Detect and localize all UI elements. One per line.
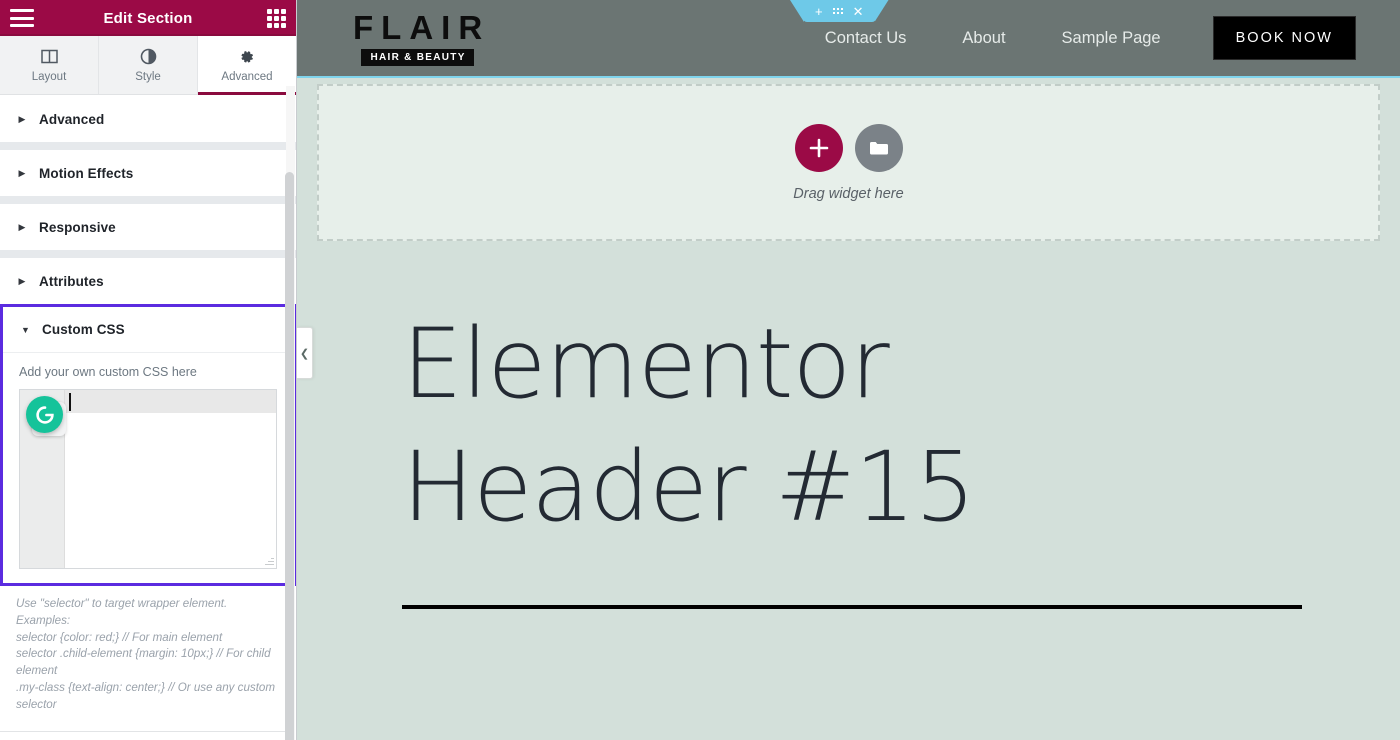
panel-scrollbar-thumb[interactable] (285, 172, 294, 740)
section-divider (0, 142, 296, 150)
tab-advanced[interactable]: Advanced (198, 36, 296, 95)
section-divider (0, 250, 296, 258)
book-now-button[interactable]: BOOK NOW (1212, 16, 1356, 60)
hero-divider (402, 604, 1302, 609)
page-title: Elementor Header #15 (402, 308, 976, 543)
custom-css-help: Use "selector" to target wrapper element… (0, 586, 296, 714)
editor-text-caret (69, 393, 71, 411)
plus-circle-icon[interactable] (794, 123, 843, 172)
grid-apps-icon[interactable] (267, 8, 286, 28)
half-circle-contrast-icon (140, 48, 157, 66)
widget-drop-zone[interactable]: Drag widget here (317, 84, 1380, 241)
logo-tagline: HAIR & BEAUTY (361, 48, 474, 66)
section-edit-toolbar: + ✕ (803, 0, 876, 22)
drag-handle-dots-icon[interactable] (832, 8, 843, 14)
help-line-3: selector .child-element {margin: 10px;} … (16, 647, 271, 678)
section-divider (0, 196, 296, 204)
editor-root: Edit Section Layout Style Advanced ▶ Adv… (0, 0, 1400, 740)
custom-css-body: Add your own custom CSS here (3, 353, 293, 583)
tab-style[interactable]: Style (99, 36, 198, 94)
site-logo[interactable]: FLAIR HAIR & BEAUTY (345, 11, 490, 66)
nav-item-sample-page[interactable]: Sample Page (1034, 29, 1189, 48)
panel-tabs: Layout Style Advanced (0, 36, 296, 95)
layout-columns-icon (40, 48, 58, 66)
hamburger-menu-icon[interactable] (10, 9, 34, 27)
tab-layout-label: Layout (31, 70, 67, 83)
chevron-left-icon: ❮ (299, 347, 310, 360)
panel-collapse-handle[interactable]: ❮ (297, 327, 313, 379)
nav-item-about[interactable]: About (934, 29, 1033, 48)
section-attributes-label: Attributes (39, 273, 104, 289)
drop-zone-buttons (794, 123, 903, 172)
gear-icon (239, 48, 255, 66)
chevron-right-icon: ▶ (18, 275, 26, 286)
page-preview: FLAIR HAIR & BEAUTY Contact Us About Sam… (297, 0, 1400, 740)
grammarly-g-icon[interactable] (26, 396, 66, 436)
chevron-right-icon: ▶ (18, 113, 26, 124)
editor-active-line (65, 390, 276, 413)
drop-zone-label: Drag widget here (793, 185, 904, 202)
section-motion-effects[interactable]: ▶ Motion Effects (0, 150, 296, 196)
site-header: FLAIR HAIR & BEAUTY Contact Us About Sam… (297, 0, 1400, 78)
plus-icon[interactable]: + (815, 5, 823, 18)
panel-header: Edit Section (0, 0, 296, 36)
chevron-right-icon: ▶ (18, 221, 26, 232)
panel-scrollbar-track[interactable] (285, 86, 295, 740)
section-responsive-label: Responsive (39, 219, 116, 235)
section-advanced-label: Advanced (39, 111, 105, 127)
custom-css-field-label: Add your own custom CSS here (19, 365, 197, 379)
logo-wordmark: FLAIR (353, 8, 491, 46)
chevron-down-icon: ▼ (21, 324, 30, 335)
help-line-4: .my-class {text-align: center;} // Or us… (16, 680, 276, 711)
nav-item-contact-us[interactable]: Contact Us (797, 29, 935, 48)
hero-section: Elementor Header #15 (297, 241, 1400, 609)
folder-icon[interactable] (854, 123, 903, 172)
help-line-1: Examples: (16, 613, 71, 627)
section-custom-css: ▼ Custom CSS Add your own custom CSS her… (0, 304, 296, 586)
tab-style-label: Style (135, 70, 161, 83)
custom-css-editor[interactable] (19, 389, 277, 569)
section-attributes[interactable]: ▶ Attributes (0, 258, 296, 304)
help-line-0: Use "selector" to target wrapper element… (16, 597, 228, 610)
panel-title: Edit Section (103, 9, 193, 27)
settings-sections: ▶ Advanced ▶ Motion Effects ▶ Responsive… (0, 96, 296, 740)
editor-resize-grip[interactable] (264, 556, 274, 566)
tab-layout[interactable]: Layout (0, 36, 99, 94)
elementor-settings-panel: Edit Section Layout Style Advanced ▶ Adv… (0, 0, 297, 740)
help-line-2: selector {color: red;} // For main eleme… (16, 630, 223, 644)
chevron-right-icon: ▶ (18, 167, 26, 178)
tab-advanced-label: Advanced (221, 70, 273, 83)
close-x-icon[interactable]: ✕ (853, 5, 864, 18)
section-custom-css-header[interactable]: ▼ Custom CSS (3, 307, 293, 353)
section-motion-effects-label: Motion Effects (39, 165, 134, 181)
section-custom-css-label: Custom CSS (42, 322, 125, 337)
panel-bottom-divider (0, 731, 288, 732)
section-advanced[interactable]: ▶ Advanced (0, 96, 296, 142)
section-responsive[interactable]: ▶ Responsive (0, 204, 296, 250)
site-nav: Contact Us About Sample Page BOOK NOW (797, 16, 1356, 60)
